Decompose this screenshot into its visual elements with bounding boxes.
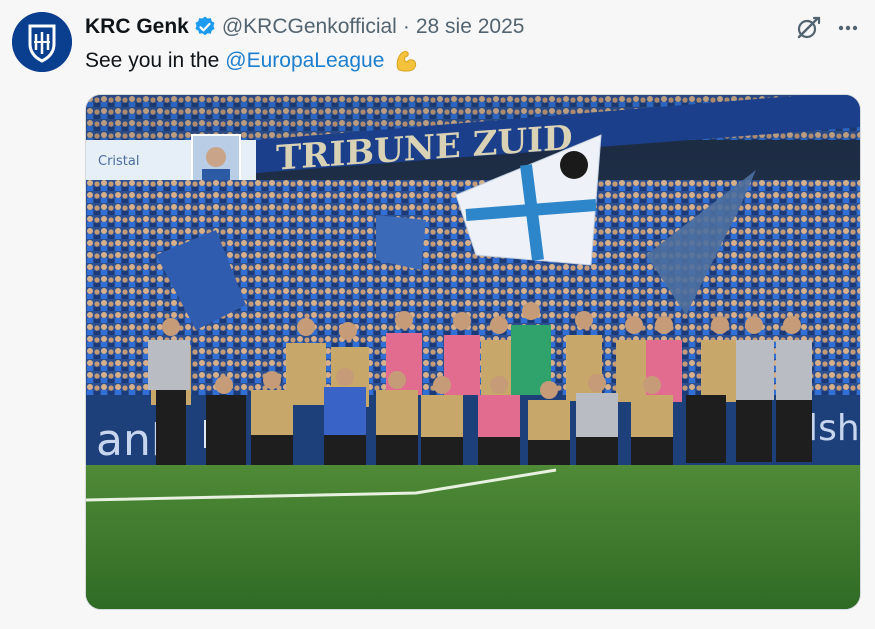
more-icon[interactable] (834, 14, 862, 42)
grok-icon[interactable] (794, 14, 822, 42)
separator-dot: · (402, 15, 410, 38)
tweet-text-prefix: See you in the (85, 49, 220, 72)
krc-genk-logo-icon (12, 12, 72, 72)
tweet-header: KRC Genk @KRCGenkofficial · 28 sie 2025 (85, 13, 524, 41)
author-name[interactable]: KRC Genk (85, 15, 189, 39)
team-celebration-photo: TRIBUNE ZUID Cristal anh alsh (86, 95, 860, 609)
author-handle[interactable]: @KRCGenkofficial (222, 15, 397, 39)
sponsor-left-text: Cristal (98, 154, 139, 169)
mention-link[interactable]: @EuropaLeague (225, 49, 384, 73)
avatar[interactable] (12, 12, 72, 72)
verified-badge-icon (193, 15, 217, 39)
tweet-photo[interactable]: TRIBUNE ZUID Cristal anh alsh (85, 94, 861, 610)
tweet-date[interactable]: 28 sie 2025 (416, 15, 525, 39)
flexed-biceps-emoji (392, 47, 420, 75)
tweet-text: See you in the @EuropaLeague (85, 46, 420, 76)
